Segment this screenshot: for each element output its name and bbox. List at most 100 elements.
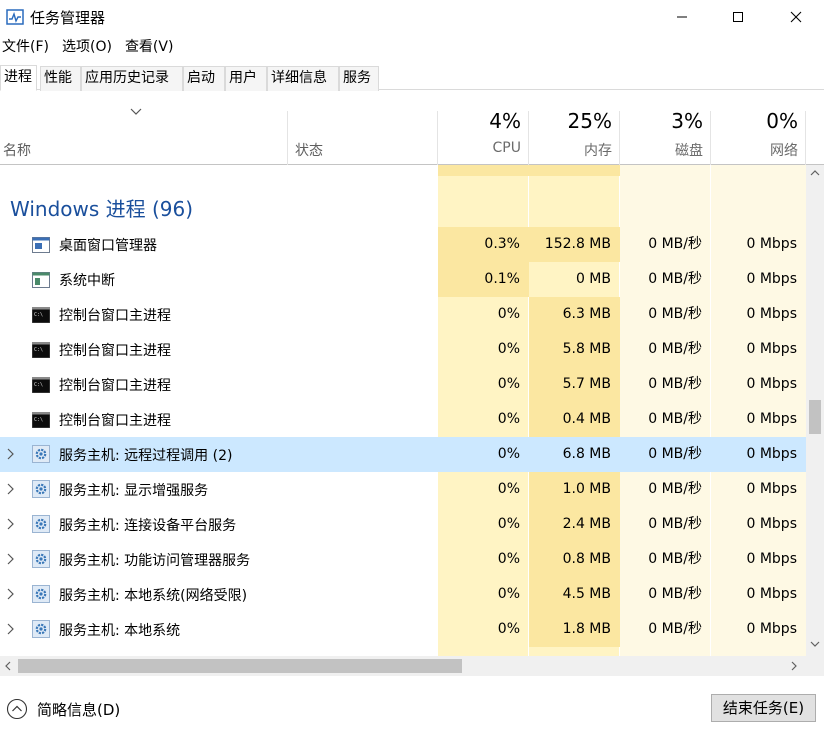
tab-startup[interactable]: 启动 — [183, 66, 225, 91]
disk-cell: 0 MB/秒 — [648, 341, 702, 357]
network-cell: 0 Mbps — [746, 551, 797, 567]
chevron-right-icon[interactable] — [6, 518, 14, 534]
column-network[interactable]: 0% 网络 — [711, 91, 806, 165]
close-icon — [790, 11, 802, 23]
horizontal-scrollbar[interactable] — [0, 656, 806, 676]
scrollbar-corner — [806, 656, 824, 676]
svg-text:C:\: C:\ — [34, 347, 43, 353]
group-header[interactable]: Windows 进程 (96) — [0, 185, 806, 229]
system-interrupt-icon — [32, 272, 50, 288]
tab-users[interactable]: 用户 — [225, 66, 267, 91]
process-name: 控制台窗口主进程 — [59, 343, 171, 359]
tab-services[interactable]: 服务 — [339, 66, 379, 91]
table-row[interactable]: C:\ 控制台窗口主进程 0% 5.7 MB 0 MB/秒 0 Mbps — [0, 367, 806, 402]
menu-options[interactable]: 选项(O) — [58, 36, 116, 58]
cpu-cell: 0% — [497, 446, 520, 462]
column-cpu[interactable]: 4% CPU — [438, 91, 529, 165]
table-row[interactable]: 服务主机: 连接设备平台服务 0% 2.4 MB 0 MB/秒 0 Mbps — [0, 507, 806, 542]
cpu-cell: 0% — [497, 621, 520, 637]
gear-icon — [32, 515, 50, 533]
disk-cell: 0 MB/秒 — [648, 411, 702, 427]
process-name: 服务主机: 本地系统(网络受限) — [59, 588, 248, 604]
cpu-cell: 0% — [497, 481, 520, 497]
table-row[interactable]: 服务主机: 功能访问管理器服务 0% 0.8 MB 0 MB/秒 0 Mbps — [0, 542, 806, 577]
network-cell: 0 Mbps — [746, 376, 797, 392]
chevron-right-icon[interactable] — [6, 588, 14, 604]
chevron-right-icon[interactable] — [6, 448, 14, 464]
process-name: 服务主机: 功能访问管理器服务 — [59, 553, 251, 569]
tab-processes[interactable]: 进程 — [0, 65, 37, 91]
tab-performance[interactable]: 性能 — [40, 66, 81, 91]
disk-cell: 0 MB/秒 — [648, 516, 702, 532]
column-memory[interactable]: 25% 内存 — [529, 91, 620, 165]
disk-cell: 0 MB/秒 — [648, 481, 702, 497]
network-percent: 0% — [766, 109, 798, 133]
tab-details[interactable]: 详细信息 — [267, 66, 339, 91]
vertical-scroll-thumb[interactable] — [809, 400, 821, 434]
table-row[interactable]: C:\ 控制台窗口主进程 0% 6.3 MB 0 MB/秒 0 Mbps — [0, 297, 806, 332]
menu-bar: 文件(F) 选项(O) 查看(V) — [0, 36, 182, 58]
scroll-up-icon[interactable] — [810, 169, 820, 177]
table-row[interactable]: 系统中断 0.1% 0 MB 0 MB/秒 0 Mbps — [0, 262, 806, 297]
memory-cell: 6.8 MB — [562, 446, 611, 462]
table-row[interactable]: C:\ 控制台窗口主进程 0% 0.4 MB 0 MB/秒 0 Mbps — [0, 402, 806, 437]
horizontal-scroll-thumb[interactable] — [18, 659, 462, 673]
column-disk[interactable]: 3% 磁盘 — [620, 91, 711, 165]
menu-file[interactable]: 文件(F) — [0, 36, 53, 58]
process-name: 控制台窗口主进程 — [59, 413, 171, 429]
network-cell: 0 Mbps — [746, 481, 797, 497]
process-name: 服务主机: 显示增强服务 — [59, 483, 209, 499]
minimize-button[interactable] — [652, 0, 712, 34]
table-row[interactable]: 服务主机: 本地系统 0% 1.8 MB 0 MB/秒 0 Mbps — [0, 612, 806, 647]
process-name: 控制台窗口主进程 — [59, 378, 171, 394]
memory-cell: 152.8 MB — [529, 227, 620, 262]
memory-cell: 5.7 MB — [529, 367, 620, 402]
maximize-icon — [733, 12, 743, 22]
disk-cell: 0 MB/秒 — [648, 376, 702, 392]
disk-cell: 0 MB/秒 — [648, 551, 702, 567]
close-button[interactable] — [766, 0, 824, 34]
chevron-right-icon[interactable] — [6, 483, 14, 499]
chevron-right-icon[interactable] — [6, 553, 14, 569]
cpu-cell — [438, 165, 529, 176]
table-row[interactable]: 桌面窗口管理器 0.3% 152.8 MB 0 MB/秒 0 Mbps — [0, 227, 806, 262]
memory-cell: 5.8 MB — [529, 332, 620, 367]
console-icon: C:\ — [31, 411, 51, 429]
cpu-percent: 4% — [489, 109, 521, 133]
tab-app-history[interactable]: 应用历史记录 — [81, 66, 183, 91]
collapse-circle-icon[interactable] — [6, 698, 28, 720]
gear-icon — [32, 585, 50, 603]
menu-view[interactable]: 查看(V) — [121, 36, 178, 58]
scroll-right-icon[interactable] — [790, 661, 798, 671]
table-row[interactable]: 服务主机: 远程过程调用 (2) 0% 6.8 MB 0 MB/秒 0 Mbps — [0, 437, 806, 472]
column-name[interactable]: 名称 — [3, 140, 31, 160]
column-header: 名称 状态 4% CPU 25% 内存 3% 磁盘 0% 网络 — [0, 91, 824, 165]
table-row[interactable]: 服务主机: 显示增强服务 0% 1.0 MB 0 MB/秒 0 Mbps — [0, 472, 806, 507]
table-row[interactable]: C:\ 控制台窗口主进程 0% 5.8 MB 0 MB/秒 0 Mbps — [0, 332, 806, 367]
dwm-window-icon — [32, 237, 50, 253]
fewer-details-link[interactable]: 简略信息(D) — [37, 699, 120, 720]
table-row-partial[interactable] — [0, 165, 806, 176]
chevron-right-icon[interactable] — [6, 623, 14, 639]
column-status[interactable]: 状态 — [295, 140, 323, 160]
gear-icon — [32, 480, 50, 498]
network-cell: 0 Mbps — [746, 586, 797, 602]
scroll-left-icon[interactable] — [4, 661, 12, 671]
end-task-button[interactable]: 结束任务(E) — [711, 694, 816, 722]
network-cell: 0 Mbps — [746, 271, 797, 287]
console-icon: C:\ — [31, 306, 51, 324]
vertical-scrollbar[interactable] — [806, 165, 824, 656]
scroll-down-icon[interactable] — [810, 640, 820, 648]
tab-bar: 进程 性能 应用历史记录 启动 用户 详细信息 服务 — [0, 65, 824, 91]
maximize-button[interactable] — [708, 0, 768, 34]
minimize-icon — [677, 16, 687, 18]
table-row[interactable]: 服务主机: 本地系统(网络受限) 0% 4.5 MB 0 MB/秒 0 Mbps — [0, 577, 806, 612]
network-cell: 0 Mbps — [746, 306, 797, 322]
process-name: 系统中断 — [59, 273, 115, 289]
cpu-cell: 0% — [497, 551, 520, 567]
network-cell: 0 Mbps — [746, 446, 797, 462]
process-name: 服务主机: 本地系统 — [59, 623, 181, 639]
process-list: Windows 进程 (96) 桌面窗口管理器 0.3% 152.8 MB 0 MB/… — [0, 165, 806, 656]
column-divider — [287, 111, 288, 165]
network-cell: 0 Mbps — [746, 516, 797, 532]
